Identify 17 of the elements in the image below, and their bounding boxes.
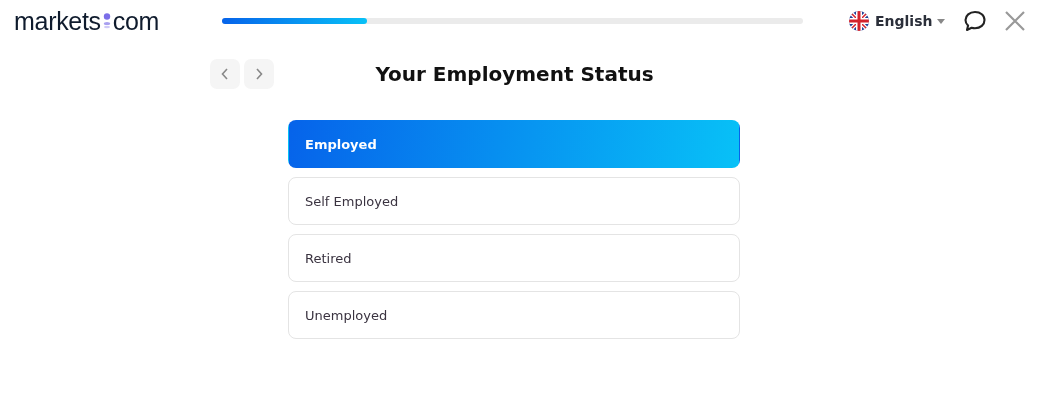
chat-icon[interactable] <box>963 10 988 32</box>
option-button[interactable]: Retired <box>288 234 740 282</box>
chevron-right-icon <box>255 68 263 80</box>
page-title: Your Employment Status <box>374 62 655 86</box>
close-icon[interactable] <box>1005 11 1026 31</box>
chevron-left-icon <box>221 68 229 80</box>
logo-text: markets <box>14 6 101 36</box>
option-button[interactable]: Self Employed <box>288 177 740 225</box>
logo-text: com <box>112 6 160 36</box>
language-selector[interactable]: English <box>875 13 946 29</box>
option-button[interactable]: Unemployed <box>288 291 740 339</box>
caret-icon <box>937 18 946 24</box>
forward-button[interactable] <box>244 59 274 89</box>
flag-icon <box>849 11 869 31</box>
back-button[interactable] <box>210 59 240 89</box>
logo-dots-icon <box>102 13 111 29</box>
option-button[interactable]: Employed <box>288 120 740 168</box>
